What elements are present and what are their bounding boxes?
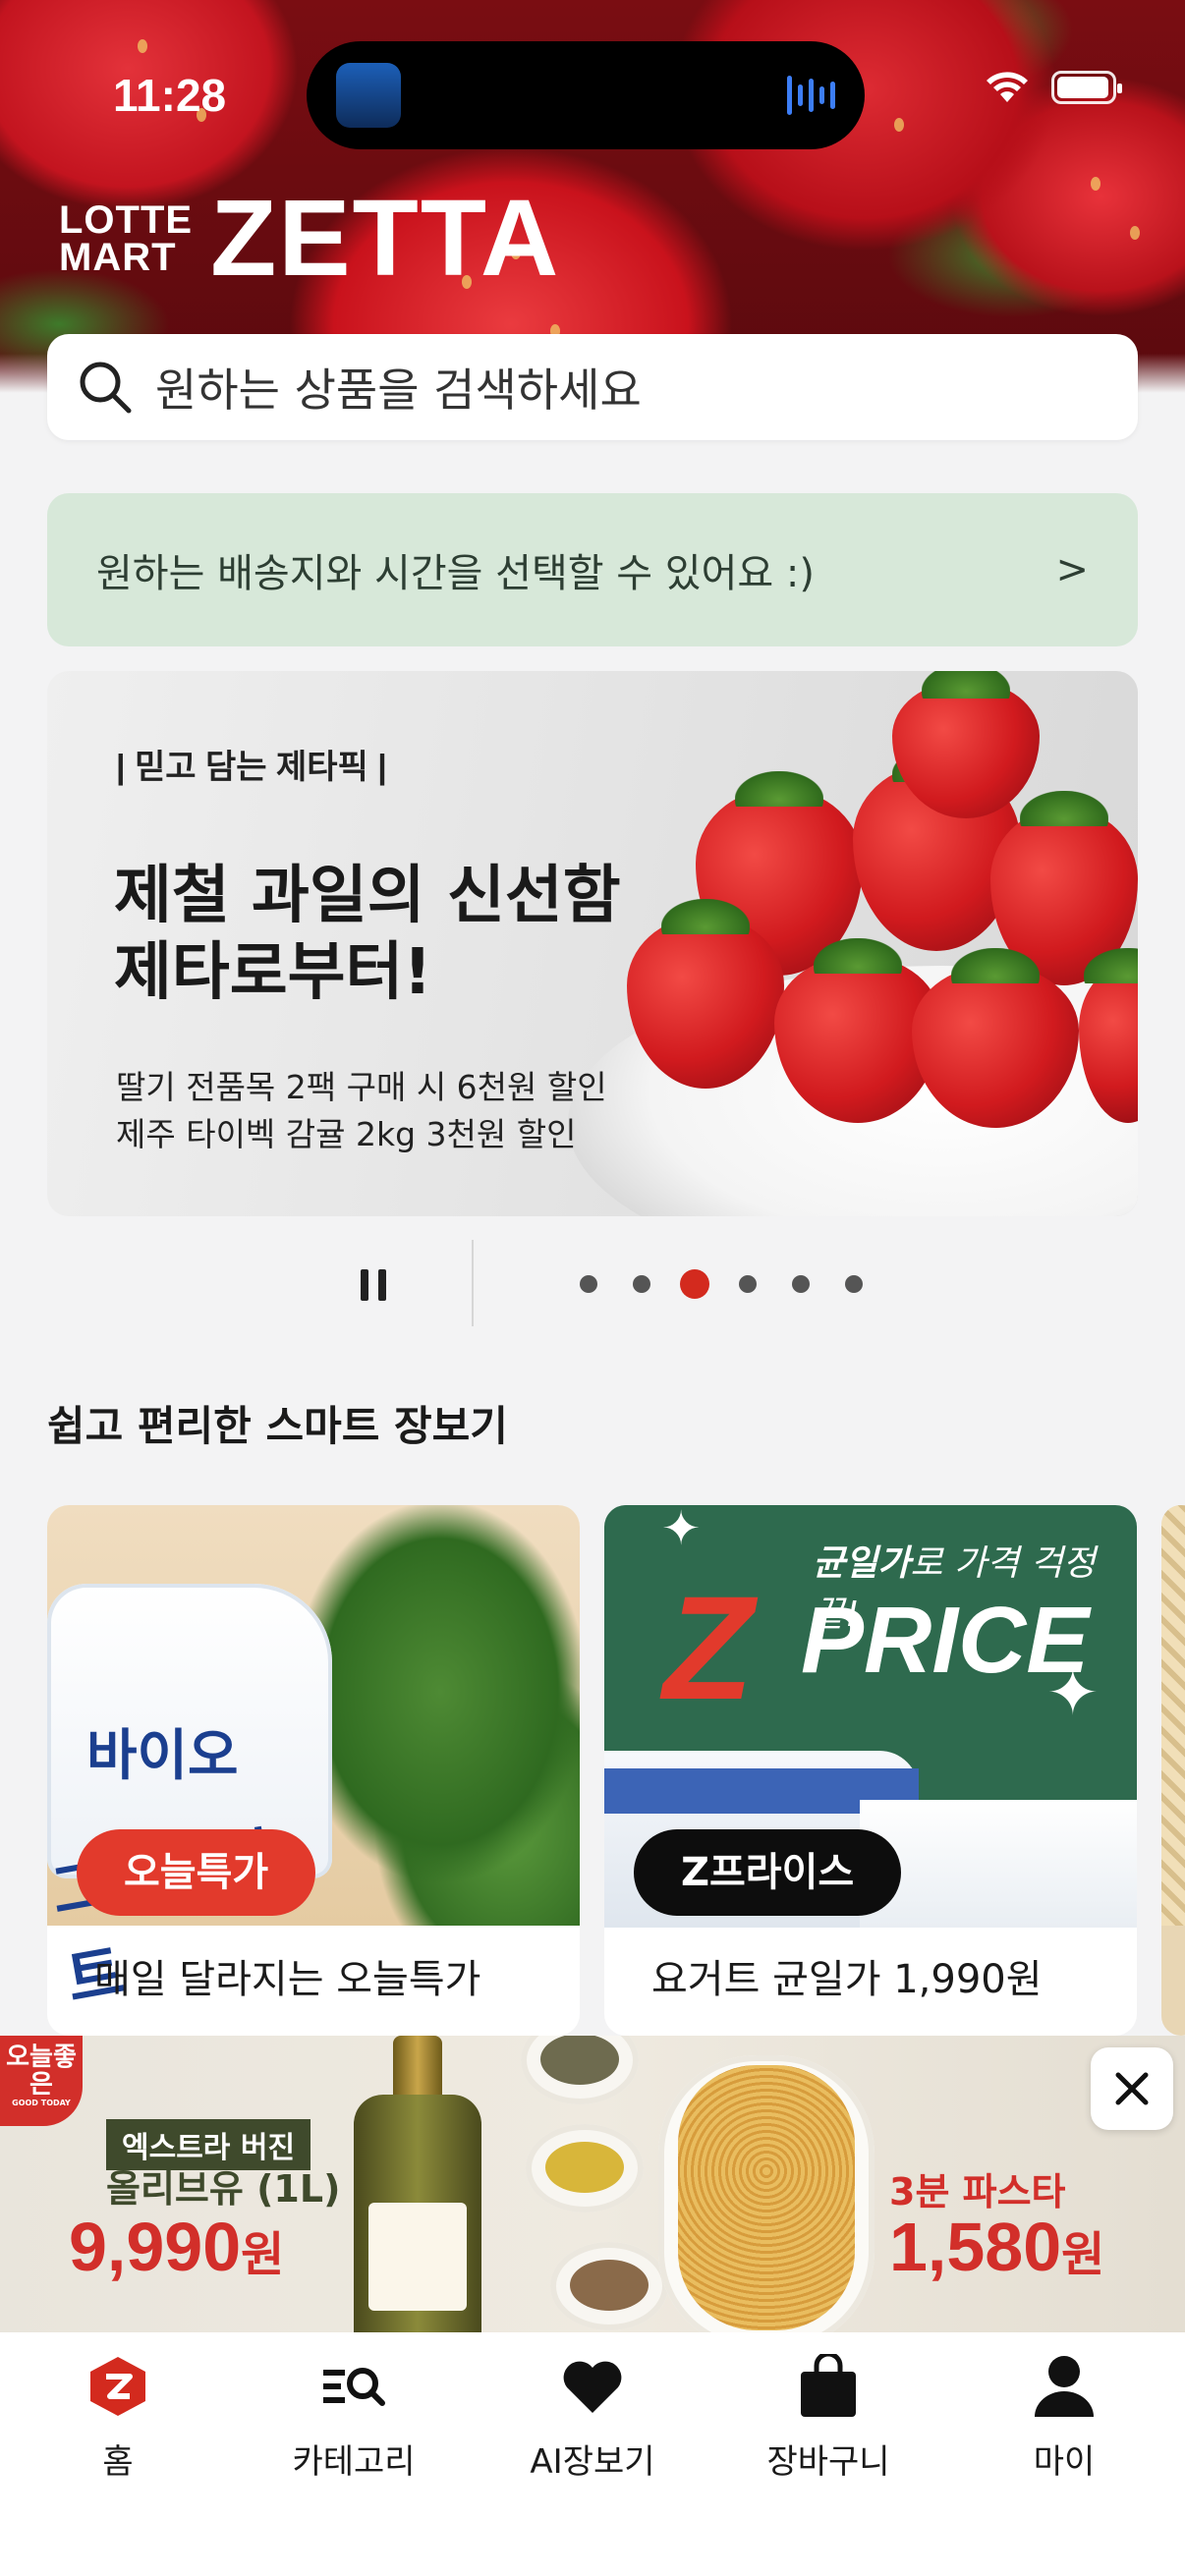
tab-label: 카테고리: [292, 2442, 416, 2482]
battery-icon: [1051, 71, 1122, 104]
wifi-icon: [987, 72, 1028, 102]
pager-divider: [472, 1240, 474, 1326]
search-icon: [80, 362, 132, 414]
pepper-bowl-image: [550, 2242, 668, 2330]
sparkle-icon: ✦: [661, 1505, 702, 1556]
tab-ai-shopping[interactable]: AI장보기: [475, 2352, 710, 2490]
person-icon: [1033, 2352, 1096, 2421]
tab-my[interactable]: 마이: [946, 2352, 1182, 2490]
banner-sub-line1: 딸기 전품목 2팩 구매 시 6천원 할인: [116, 1068, 607, 1106]
good-today-badge: 오늘좋은 GOOD TODAY: [0, 2036, 83, 2126]
carousel-dot[interactable]: [739, 1275, 757, 1293]
category-search-icon: [321, 2352, 386, 2421]
tab-label: 장바구니: [766, 2442, 890, 2482]
card-z-price[interactable]: ✦ ✦ 균일가로 가격 걱정 끝! Z PRICE Z프라이스 요거트 균일가 …: [604, 1505, 1137, 2036]
card-today-deal[interactable]: 바이오 그릭요거트 오늘특가 매일 달라지는 오늘특가: [47, 1505, 580, 2036]
ad-left-name: 올리브유 (1L): [106, 2167, 341, 2211]
carousel-dot[interactable]: [792, 1275, 810, 1293]
card-peek-next[interactable]: [1161, 1505, 1185, 2036]
delivery-select-banner[interactable]: 원하는 배송지와 시간을 선택할 수 있어요 :) >: [47, 493, 1138, 646]
delivery-banner-text: 원하는 배송지와 시간을 선택할 수 있어요 :): [96, 551, 815, 596]
app-logo[interactable]: LOTTE MART ZETTA: [59, 185, 560, 293]
carousel-pager: [0, 1240, 1185, 1328]
tab-label: 마이: [1033, 2442, 1096, 2482]
banner-tag: | 믿고 담는 제타픽 |: [116, 749, 387, 786]
pasta-image: [678, 2065, 855, 2330]
shopping-bag-icon: [797, 2352, 860, 2421]
carousel-dot-active[interactable]: [680, 1269, 709, 1299]
smart-shopping-cards: 바이오 그릭요거트 오늘특가 매일 달라지는 오늘특가 ✦ ✦ 균일가로 가격 …: [47, 1505, 1185, 2036]
today-deal-badge: 오늘특가: [77, 1829, 316, 1916]
tab-category[interactable]: 카테고리: [236, 2352, 472, 2490]
tab-home[interactable]: 홈: [0, 2352, 236, 2490]
section-title-smart-shopping: 쉽고 편리한 스마트 장보기: [47, 1402, 508, 1450]
banner-title-line2: 제타로부터!: [114, 936, 432, 1009]
ad-left-price: 9,990원: [69, 2209, 285, 2285]
tab-label: 홈: [102, 2442, 134, 2482]
card-caption: 요거트 균일가 1,990원: [651, 1957, 1043, 2002]
z-price-badge: Z프라이스: [634, 1829, 902, 1916]
logo-zetta: ZETTA: [210, 178, 561, 299]
yogurt-tub-image: [860, 1800, 1137, 1928]
chevron-right-icon: >: [1055, 547, 1089, 592]
status-time: 11:28: [113, 70, 227, 121]
z-price-logo-text: PRICE: [801, 1588, 1090, 1693]
banner-title-line1: 제철 과일의 신선함: [114, 860, 621, 932]
search-placeholder: 원하는 상품을 검색하세요: [155, 364, 642, 417]
oil-bowl-image: [526, 2124, 644, 2212]
audio-waveform-icon: [787, 71, 835, 120]
search-bar[interactable]: 원하는 상품을 검색하세요: [47, 334, 1138, 440]
now-playing-artwork: [336, 63, 401, 128]
heart-icon: [561, 2352, 624, 2421]
home-z-icon: [86, 2352, 149, 2421]
bottom-tab-bar: 홈 카테고리 AI장보기 장바구니 마이: [0, 2332, 1185, 2576]
carousel-dot[interactable]: [633, 1275, 650, 1293]
banner-subtitle: 딸기 전품목 2팩 구매 시 6천원 할인 제주 타이벡 감귤 2kg 3천원 …: [116, 1064, 607, 1158]
card-caption: 매일 달라지는 오늘특가: [94, 1957, 481, 2002]
carousel-dot[interactable]: [845, 1275, 863, 1293]
ad-banner-olive-oil-pasta[interactable]: 오늘좋은 GOOD TODAY 엑스트라 버진 올리브유 (1L) 9,990원…: [0, 2036, 1185, 2332]
logo-lotte: LOTTE: [59, 198, 194, 242]
promo-banner-strawberry[interactable]: | 믿고 담는 제타픽 | 제철 과일의 신선함 제타로부터! 딸기 전품목 2…: [47, 671, 1138, 1216]
product-label-bio: 바이오: [86, 1724, 239, 1788]
carousel-dots: [562, 1269, 880, 1299]
tab-cart[interactable]: 장바구니: [710, 2352, 946, 2490]
carousel-dot[interactable]: [580, 1275, 597, 1293]
status-icons: [985, 71, 1122, 104]
logo-mart: MART: [59, 236, 177, 279]
pause-icon[interactable]: [354, 1261, 393, 1309]
close-icon[interactable]: [1091, 2047, 1173, 2130]
ad-right-price: 1,580원: [889, 2209, 1105, 2285]
herb-bowl-image: [521, 2036, 639, 2104]
tab-label: AI장보기: [530, 2442, 655, 2482]
banner-title: 제철 과일의 신선함 제타로부터!: [114, 858, 621, 1011]
dynamic-island: [307, 41, 865, 149]
z-price-logo-z: Z: [663, 1565, 754, 1730]
banner-sub-line2: 제주 타이벡 감귤 2kg 3천원 할인: [116, 1115, 577, 1153]
